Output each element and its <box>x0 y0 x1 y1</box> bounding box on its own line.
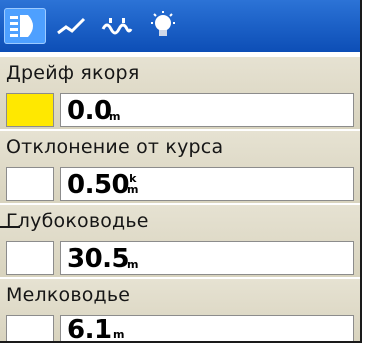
marine-alarms-panel: Дрейф якоря 0.0 m Отклонение от курса 0.… <box>0 0 362 345</box>
alarm-shallow-water: Мелководье 6.1 m <box>0 279 360 345</box>
unit-label: m <box>109 110 121 123</box>
alarm-toggle[interactable] <box>6 315 54 343</box>
alarm-value: 0.50 <box>67 170 130 200</box>
tab-bar <box>0 0 360 52</box>
alarm-toggle[interactable] <box>6 167 54 201</box>
alarm-toggle[interactable] <box>6 241 54 275</box>
alarm-anchor-drag: Дрейф якоря 0.0 m <box>0 57 360 129</box>
tab-system-alarms[interactable] <box>142 8 184 44</box>
lighthouse-icon <box>8 13 42 39</box>
alarm-label: Глубоководье <box>6 210 149 232</box>
alarm-toggle[interactable] <box>6 93 54 127</box>
divider <box>0 226 20 228</box>
alarm-value-field[interactable]: 30.5 m <box>60 241 354 275</box>
alarm-value-field[interactable]: 0.50 k m <box>60 167 354 201</box>
tab-navigation-alarms[interactable] <box>4 8 46 44</box>
tab-track-alarms[interactable] <box>50 8 92 44</box>
alarm-deep-water: Глубоководье 30.5 m <box>0 205 360 277</box>
alarm-value-field[interactable]: 0.0 m <box>60 93 354 127</box>
lightbulb-icon <box>146 11 180 41</box>
alarm-value-field[interactable]: 6.1 m <box>60 315 354 345</box>
unit-label: k m <box>127 173 138 195</box>
alarm-off-course: Отклонение от курса 0.50 k m <box>0 131 360 203</box>
waves-icon <box>100 13 134 39</box>
alarm-label: Дрейф якоря <box>6 62 140 84</box>
alarm-label: Мелководье <box>6 284 131 306</box>
alarm-value: 6.1 <box>67 315 112 345</box>
unit-label: m <box>127 258 139 271</box>
unit-label: m <box>113 328 125 341</box>
track-line-icon <box>54 13 88 39</box>
tab-sonar-alarms[interactable] <box>96 8 138 44</box>
alarm-value: 0.0 <box>67 96 112 126</box>
alarm-label: Отклонение от курса <box>6 136 224 158</box>
alarm-value: 30.5 <box>67 244 130 274</box>
unit-base: m <box>127 183 139 196</box>
